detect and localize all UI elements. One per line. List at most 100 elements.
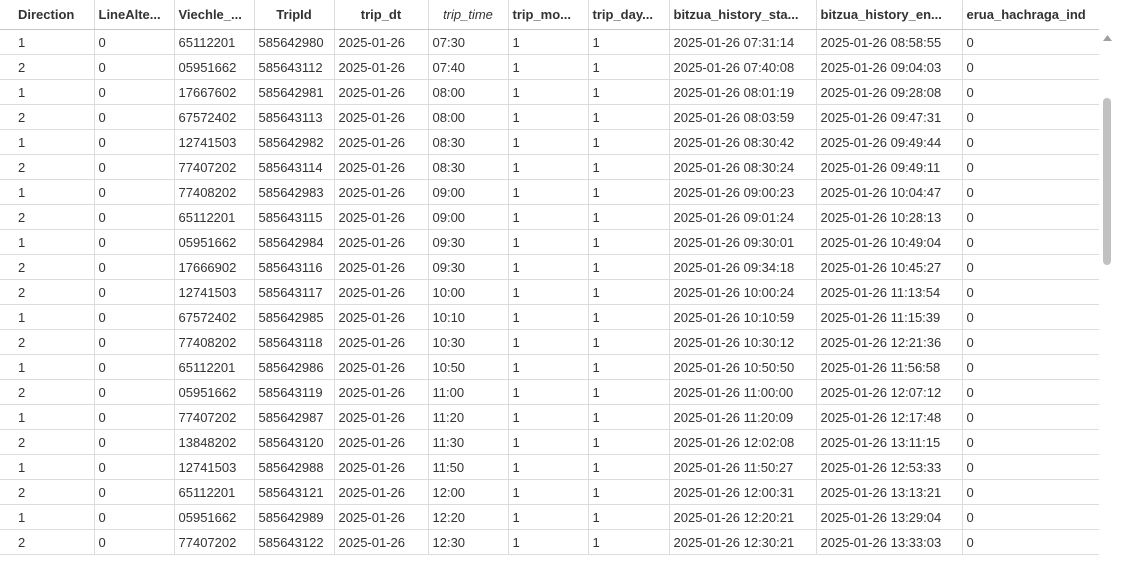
cell-trip-day[interactable]: 1 xyxy=(588,504,670,530)
cell-vehicle[interactable]: 67572402 xyxy=(174,104,255,130)
cell-trip-day[interactable]: 1 xyxy=(588,79,670,105)
cell-erua-hachraga-ind[interactable]: 0 xyxy=(962,29,1099,55)
cell-trip-month[interactable]: 1 xyxy=(508,54,589,80)
cell-trip-dt[interactable]: 2025-01-26 xyxy=(334,429,429,455)
cell-trip-dt[interactable]: 2025-01-26 xyxy=(334,254,429,280)
table-row[interactable]: 1 0 12741503 585642988 2025-01-26 11:50 1 1 2025… xyxy=(0,454,1099,480)
cell-tripid[interactable]: 585642988 xyxy=(254,454,335,480)
cell-trip-dt[interactable]: 2025-01-26 xyxy=(334,229,429,255)
cell-vehicle[interactable]: 12741503 xyxy=(174,279,255,305)
cell-bitzua-history-start[interactable]: 2025-01-26 12:02:08 xyxy=(669,429,817,455)
cell-direction[interactable]: 1 xyxy=(14,404,95,430)
cell-tripid[interactable]: 585642984 xyxy=(254,229,335,255)
cell-bitzua-history-start[interactable]: 2025-01-26 09:00:23 xyxy=(669,179,817,205)
cell-erua-hachraga-ind[interactable]: 0 xyxy=(962,54,1099,80)
cell-direction[interactable]: 1 xyxy=(14,129,95,155)
cell-bitzua-history-start[interactable]: 2025-01-26 12:20:21 xyxy=(669,504,817,530)
cell-trip-month[interactable]: 1 xyxy=(508,254,589,280)
table-row[interactable]: 2 0 05951662 585643119 2025-01-26 11:00 1 1 2025… xyxy=(0,379,1099,405)
cell-trip-time[interactable]: 11:30 xyxy=(428,429,509,455)
cell-tripid[interactable]: 585643122 xyxy=(254,529,335,555)
cell-bitzua-history-start[interactable]: 2025-01-26 07:31:14 xyxy=(669,29,817,55)
cell-trip-day[interactable]: 1 xyxy=(588,29,670,55)
cell-vehicle[interactable]: 13848202 xyxy=(174,429,255,455)
cell-trip-time[interactable]: 10:50 xyxy=(428,354,509,380)
cell-direction[interactable]: 2 xyxy=(14,204,95,230)
cell-vehicle[interactable]: 12741503 xyxy=(174,454,255,480)
column-header-vehicle[interactable]: Viechle_... xyxy=(174,0,255,30)
cell-bitzua-history-start[interactable]: 2025-01-26 09:01:24 xyxy=(669,204,817,230)
cell-bitzua-history-start[interactable]: 2025-01-26 10:30:12 xyxy=(669,329,817,355)
cell-tripid[interactable]: 585642981 xyxy=(254,79,335,105)
cell-direction[interactable]: 2 xyxy=(14,479,95,505)
cell-trip-dt[interactable]: 2025-01-26 xyxy=(334,29,429,55)
cell-direction[interactable]: 1 xyxy=(14,29,95,55)
cell-bitzua-history-end[interactable]: 2025-01-26 09:49:11 xyxy=(816,154,963,180)
table-row[interactable]: 1 0 77407202 585642987 2025-01-26 11:20 1 1 2025… xyxy=(0,404,1099,430)
cell-erua-hachraga-ind[interactable]: 0 xyxy=(962,354,1099,380)
cell-trip-day[interactable]: 1 xyxy=(588,354,670,380)
scrollbar-thumb[interactable] xyxy=(1103,98,1111,265)
cell-bitzua-history-end[interactable]: 2025-01-26 12:17:48 xyxy=(816,404,963,430)
cell-trip-day[interactable]: 1 xyxy=(588,204,670,230)
cell-trip-time[interactable]: 10:00 xyxy=(428,279,509,305)
cell-trip-time[interactable]: 09:30 xyxy=(428,254,509,280)
cell-trip-month[interactable]: 1 xyxy=(508,104,589,130)
cell-erua-hachraga-ind[interactable]: 0 xyxy=(962,479,1099,505)
cell-linealternative[interactable]: 0 xyxy=(94,429,175,455)
cell-trip-dt[interactable]: 2025-01-26 xyxy=(334,204,429,230)
cell-trip-time[interactable]: 09:30 xyxy=(428,229,509,255)
cell-bitzua-history-start[interactable]: 2025-01-26 09:30:01 xyxy=(669,229,817,255)
cell-bitzua-history-end[interactable]: 2025-01-26 09:47:31 xyxy=(816,104,963,130)
cell-tripid[interactable]: 585643117 xyxy=(254,279,335,305)
cell-trip-time[interactable]: 08:00 xyxy=(428,79,509,105)
table-row[interactable]: 2 0 77407202 585643114 2025-01-26 08:30 1 1 2025… xyxy=(0,154,1099,180)
cell-linealternative[interactable]: 0 xyxy=(94,129,175,155)
cell-trip-time[interactable]: 08:30 xyxy=(428,154,509,180)
scroll-up-arrow-icon[interactable] xyxy=(1099,29,1116,46)
cell-trip-dt[interactable]: 2025-01-26 xyxy=(334,279,429,305)
cell-trip-time[interactable]: 11:00 xyxy=(428,379,509,405)
cell-trip-day[interactable]: 1 xyxy=(588,379,670,405)
cell-bitzua-history-end[interactable]: 2025-01-26 11:56:58 xyxy=(816,354,963,380)
cell-direction[interactable]: 1 xyxy=(14,354,95,380)
cell-trip-day[interactable]: 1 xyxy=(588,279,670,305)
cell-direction[interactable]: 2 xyxy=(14,329,95,355)
cell-linealternative[interactable]: 0 xyxy=(94,354,175,380)
cell-linealternative[interactable]: 0 xyxy=(94,154,175,180)
cell-trip-month[interactable]: 1 xyxy=(508,329,589,355)
cell-erua-hachraga-ind[interactable]: 0 xyxy=(962,154,1099,180)
cell-direction[interactable]: 2 xyxy=(14,429,95,455)
cell-direction[interactable]: 1 xyxy=(14,504,95,530)
cell-trip-day[interactable]: 1 xyxy=(588,154,670,180)
cell-trip-month[interactable]: 1 xyxy=(508,404,589,430)
cell-bitzua-history-end[interactable]: 2025-01-26 10:45:27 xyxy=(816,254,963,280)
cell-erua-hachraga-ind[interactable]: 0 xyxy=(962,254,1099,280)
column-header-tripid[interactable]: TripId xyxy=(254,0,335,30)
cell-trip-month[interactable]: 1 xyxy=(508,354,589,380)
cell-trip-time[interactable]: 12:20 xyxy=(428,504,509,530)
cell-trip-time[interactable]: 11:20 xyxy=(428,404,509,430)
cell-erua-hachraga-ind[interactable]: 0 xyxy=(962,379,1099,405)
cell-direction[interactable]: 2 xyxy=(14,529,95,555)
column-header-erua-hachraga-ind[interactable]: erua_hachraga_ind xyxy=(962,0,1099,30)
cell-vehicle[interactable]: 05951662 xyxy=(174,54,255,80)
table-row[interactable]: 1 0 77408202 585642983 2025-01-26 09:00 1 1 2025… xyxy=(0,179,1099,205)
cell-trip-month[interactable]: 1 xyxy=(508,429,589,455)
table-row[interactable]: 2 0 17666902 585643116 2025-01-26 09:30 1 1 2025… xyxy=(0,254,1099,280)
cell-bitzua-history-start[interactable]: 2025-01-26 08:03:59 xyxy=(669,104,817,130)
cell-linealternative[interactable]: 0 xyxy=(94,329,175,355)
cell-bitzua-history-start[interactable]: 2025-01-26 07:40:08 xyxy=(669,54,817,80)
cell-trip-month[interactable]: 1 xyxy=(508,179,589,205)
column-header-trip-month[interactable]: trip_mo... xyxy=(508,0,589,30)
table-row[interactable]: 2 0 05951662 585643112 2025-01-26 07:40 1 1 2025… xyxy=(0,54,1099,80)
cell-bitzua-history-end[interactable]: 2025-01-26 13:11:15 xyxy=(816,429,963,455)
cell-trip-time[interactable]: 08:00 xyxy=(428,104,509,130)
cell-trip-dt[interactable]: 2025-01-26 xyxy=(334,129,429,155)
cell-trip-dt[interactable]: 2025-01-26 xyxy=(334,354,429,380)
cell-trip-month[interactable]: 1 xyxy=(508,79,589,105)
cell-trip-dt[interactable]: 2025-01-26 xyxy=(334,104,429,130)
cell-trip-day[interactable]: 1 xyxy=(588,329,670,355)
cell-trip-dt[interactable]: 2025-01-26 xyxy=(334,454,429,480)
cell-tripid[interactable]: 585643120 xyxy=(254,429,335,455)
